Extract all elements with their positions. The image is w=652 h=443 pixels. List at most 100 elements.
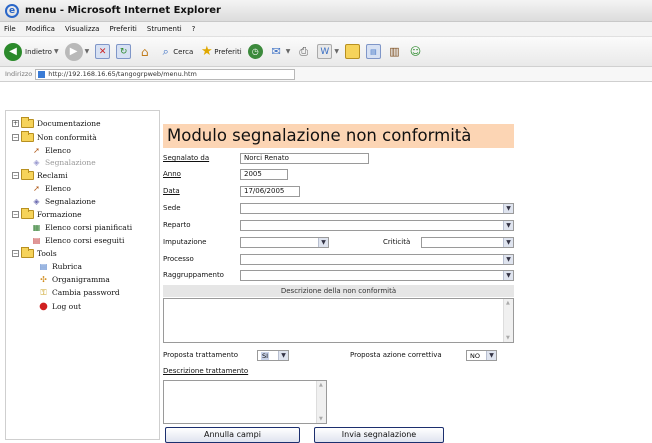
data-field[interactable]: 17/06/2005	[240, 186, 300, 197]
menu-bar: File Modifica Visualizza Preferiti Strum…	[0, 22, 652, 37]
menu-file[interactable]: File	[4, 25, 16, 33]
tree-nc-segnalazione[interactable]: ◈ Segnalazione	[31, 157, 96, 168]
tree-label: Elenco	[45, 146, 71, 155]
segnalato-da-label: Segnalato da	[163, 154, 210, 162]
mail-icon: ✉	[271, 45, 281, 58]
refresh-button[interactable]: ↻	[116, 44, 132, 59]
expand-icon: +	[12, 120, 19, 127]
discuss-button[interactable]: ▤	[365, 44, 381, 59]
edit-icon: W	[317, 44, 333, 59]
chevron-down-icon: ▼	[503, 255, 513, 264]
research-button[interactable]: ▥	[387, 44, 402, 59]
address-bar: Indirizzo http://192.168.16.65/tangogrpw…	[0, 67, 652, 82]
tree-corsi-eseguiti[interactable]: ▤ Elenco corsi eseguiti	[31, 235, 125, 246]
folder-button[interactable]	[344, 44, 360, 59]
processo-select[interactable]: ▼	[240, 254, 514, 265]
collapse-icon: −	[12, 211, 19, 218]
history-button[interactable]: ◷	[247, 44, 263, 59]
refresh-icon: ↻	[116, 44, 132, 59]
folder-icon	[344, 44, 360, 59]
menu-modifica[interactable]: Modifica	[26, 25, 55, 33]
key-icon: ⚿	[40, 287, 47, 297]
messenger-icon: ☺	[409, 45, 422, 58]
tree-nc-elenco[interactable]: ➚ Elenco	[31, 145, 71, 156]
criticita-select[interactable]: ▼	[421, 237, 514, 248]
back-arrow-icon: ◀	[4, 42, 22, 61]
tree-nonconformita[interactable]: − Non conformità	[12, 131, 97, 142]
home-icon: ⌂	[140, 44, 149, 59]
menu-visualizza[interactable]: Visualizza	[65, 25, 99, 33]
data-label: Data	[163, 187, 180, 195]
tree-documentazione[interactable]: + Documentazione	[12, 117, 101, 128]
reparto-label: Reparto	[163, 221, 191, 229]
menu-strumenti[interactable]: Strumenti	[147, 25, 182, 33]
tree-label: Segnalazione	[45, 158, 96, 167]
sidebar-tree: + Documentazione − Non conformità ➚ Elenco …	[5, 110, 160, 440]
tree-rubrica[interactable]: ▤ Rubrica	[38, 261, 82, 272]
address-input[interactable]: http://192.168.16.65/tangogrpweb/menu.ht…	[35, 68, 296, 80]
calendar-icon: ▦	[32, 223, 41, 232]
search-button[interactable]: ⌕ Cerca	[158, 44, 194, 59]
descrizione-trattamento-textarea[interactable]	[163, 380, 327, 424]
stop-icon: ✕	[95, 44, 111, 59]
scrollbar[interactable]	[503, 299, 513, 342]
tree-label: Non conformità	[37, 133, 97, 142]
home-button[interactable]: ⌂	[137, 44, 152, 59]
address-book-icon: ▤	[39, 262, 48, 271]
scrollbar[interactable]	[316, 381, 326, 423]
folder-icon	[21, 117, 34, 128]
tree-organigramma[interactable]: ✣ Organigramma	[38, 274, 110, 285]
report-icon: ◈	[33, 158, 40, 167]
window-title: menu - Microsoft Internet Explorer	[25, 5, 221, 16]
tree-formazione[interactable]: − Formazione	[12, 208, 82, 219]
menu-preferiti[interactable]: Preferiti	[109, 25, 136, 33]
anno-label: Anno	[163, 170, 181, 178]
search-icon: ⌕	[162, 44, 169, 58]
sede-label: Sede	[163, 204, 181, 212]
collapse-icon: −	[12, 134, 19, 141]
imputazione-select[interactable]: ▼	[240, 237, 329, 248]
edit-button[interactable]: W ▼	[317, 44, 339, 59]
criticita-label: Criticità	[383, 238, 411, 246]
tree-reclami[interactable]: − Reclami	[12, 169, 68, 180]
collapse-icon: −	[12, 172, 19, 179]
favorites-button[interactable]: ★ Preferiti	[199, 44, 242, 59]
tree-label: Elenco	[45, 184, 71, 193]
proposta-trattamento-select[interactable]: SI ▼	[257, 350, 289, 361]
tree-label: Segnalazione	[45, 197, 96, 206]
descrizione-trattamento-label: Descrizione trattamento	[163, 367, 249, 375]
mail-button[interactable]: ✉ ▼	[269, 44, 291, 59]
tree-label: Elenco corsi eseguiti	[45, 236, 125, 245]
tree-rec-segnalazione[interactable]: ◈ Segnalazione	[31, 196, 96, 207]
descrizione-textarea[interactable]	[163, 298, 514, 343]
reparto-select[interactable]: ▼	[240, 220, 514, 231]
raggruppamento-select[interactable]: ▼	[240, 270, 514, 281]
tree-corsi-pianificati[interactable]: ▦ Elenco corsi pianificati	[31, 222, 132, 233]
processo-label: Processo	[163, 255, 194, 263]
print-button[interactable]: ⎙	[296, 44, 311, 59]
forward-arrow-icon: ▶	[64, 42, 83, 61]
forward-button[interactable]: ▶ ▼	[64, 42, 89, 61]
selected-value: SI	[261, 352, 270, 360]
history-icon: ◷	[247, 44, 263, 59]
proposta-azione-select[interactable]: NO ▼	[466, 350, 497, 361]
back-button[interactable]: ◀ Indietro ▼	[4, 42, 59, 61]
favorites-label: Preferiti	[214, 47, 242, 56]
tree-label: Formazione	[37, 210, 82, 219]
tree-logout[interactable]: ● Log out	[38, 301, 81, 312]
tree-rec-elenco[interactable]: ➚ Elenco	[31, 183, 71, 194]
messenger-button[interactable]: ☺	[408, 44, 423, 59]
segnalato-da-field[interactable]: Norci Renato	[240, 153, 369, 164]
tree-label: Organigramma	[52, 275, 110, 284]
stop-button[interactable]: ✕	[95, 44, 111, 59]
collapse-icon: −	[12, 250, 19, 257]
raggruppamento-label: Raggruppamento	[163, 271, 224, 279]
menu-help[interactable]: ?	[192, 25, 196, 33]
chevron-down-icon: ▼	[278, 351, 288, 360]
anno-field[interactable]: 2005	[240, 169, 288, 180]
tree-cambia-password[interactable]: ⚿ Cambia password	[38, 287, 119, 298]
chevron-down-icon: ▼	[503, 221, 513, 230]
tree-label: Documentazione	[37, 119, 101, 128]
tree-tools[interactable]: − Tools	[12, 247, 57, 258]
sede-select[interactable]: ▼	[240, 203, 514, 214]
